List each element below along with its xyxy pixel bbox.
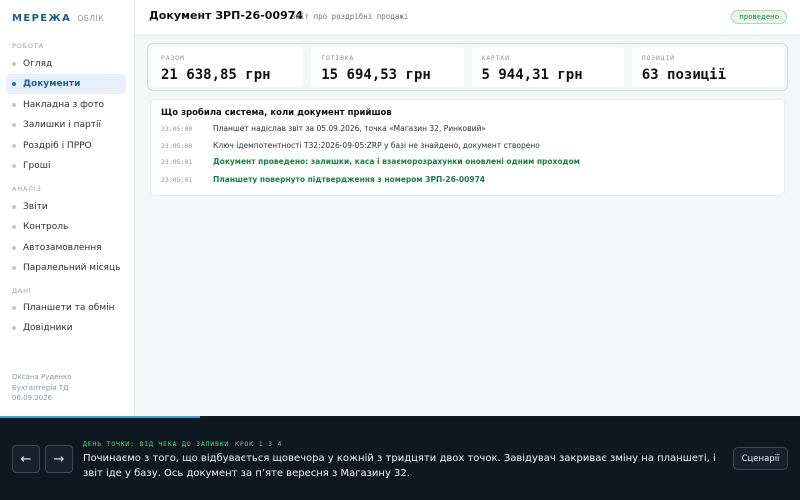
sidebar: МЕРЕЖА ОБЛІК РОБОТА Огляд Документи Накл… (0, 0, 135, 418)
sidebar-item-control[interactable]: Контроль (6, 217, 126, 237)
user-name: Оксана Руденко (12, 373, 72, 381)
stat-label: КАРТКИ (481, 54, 510, 62)
stat-total: РАЗОМ 21 638,85 грн (151, 47, 304, 87)
bullet-icon (12, 103, 16, 107)
user-info: Оксана Руденко Бухгалтерія ТД 06.09.2026 (12, 372, 72, 404)
system-log-panel: Що зробила система, коли документ прийшо… (150, 99, 785, 196)
next-step-button[interactable]: → (45, 445, 73, 473)
section-label-data: ДАНІ (12, 287, 32, 295)
sidebar-item-parallel-month[interactable]: Паралельний місяць (6, 258, 126, 278)
scenarios-button[interactable]: Сценарії (733, 447, 788, 470)
log-time: 23:05:00 (161, 141, 193, 150)
bullet-icon (12, 266, 16, 270)
log-row: 23:05:00 Планшет надіслав звіт за 05.09.… (161, 124, 486, 133)
log-text: Планшет надіслав звіт за 05.09.2026, точ… (213, 124, 486, 133)
log-row: 23:05:00 Ключ ідемпотентності T32:2026-0… (161, 141, 540, 150)
log-text: Документ проведено: залишки, каса і взає… (213, 157, 580, 166)
page-title: Документ ЗРП-26-00974 (149, 9, 304, 22)
log-time: 23:05:01 (161, 157, 193, 166)
sidebar-item-money[interactable]: Гроші (6, 156, 126, 176)
log-time: 23:05:00 (161, 124, 193, 133)
log-text: Планшету повернуто підтвердження з номер… (213, 175, 486, 184)
current-date: 06.09.2026 (12, 394, 53, 402)
brand-name: МЕРЕЖА (12, 13, 72, 24)
log-text: Ключ ідемпотентності T32:2026-09-05:ZRP … (213, 141, 540, 150)
bullet-icon (12, 225, 16, 229)
stat-cash: ГОТІВКА 15 694,53 грн (311, 47, 464, 87)
user-role: Бухгалтерія ТД (12, 383, 69, 392)
prev-step-button[interactable]: ← (12, 445, 40, 473)
bullet-icon (12, 246, 16, 250)
sidebar-item-invoice-photo[interactable]: Накладна з фото (6, 95, 126, 115)
sidebar-item-documents[interactable]: Документи (6, 74, 126, 94)
bullet-icon (12, 326, 16, 330)
sidebar-item-autoorder[interactable]: Автозамовлення (6, 238, 126, 258)
stat-value: 63 позиції (641, 67, 727, 83)
section-label-work: РОБОТА (12, 42, 44, 50)
brand-logo[interactable]: МЕРЕЖА ОБЛІК (12, 13, 104, 24)
scene-heading: ДЕНЬ ТОЧКИ: ВІД ЧЕКА ДО ЗАЛИВКИ КРОК 1 З … (83, 440, 282, 448)
sidebar-item-tablets[interactable]: Планшети та обмін (6, 298, 126, 318)
section-label-analysis: АНАЛІЗ (12, 185, 42, 193)
stat-label: ГОТІВКА (321, 54, 355, 62)
narration-text: Починаємо з того, що відбувається щовечо… (83, 453, 716, 479)
sidebar-item-stock[interactable]: Залишки і партії (6, 115, 126, 135)
bullet-icon (12, 82, 16, 86)
sidebar-item-reports[interactable]: Звіти (6, 197, 126, 217)
stat-positions: ПОЗИЦІЙ 63 позиції (631, 47, 784, 87)
totals-panel: РАЗОМ 21 638,85 грн ГОТІВКА 15 694,53 гр… (147, 43, 788, 91)
stat-value: 15 694,53 грн (321, 67, 431, 83)
stat-label: ПОЗИЦІЙ (641, 54, 675, 62)
brand-subtitle: ОБЛІК (77, 14, 105, 23)
scene-title: ДЕНЬ ТОЧКИ: ВІД ЧЕКА ДО ЗАЛИВКИ (83, 440, 230, 448)
sidebar-item-overview[interactable]: Огляд (6, 54, 126, 74)
log-row: 23:05:01 Документ проведено: залишки, ка… (161, 157, 580, 166)
log-title: Що зробила система, коли документ прийшо… (161, 108, 392, 118)
page-subtitle: звіт про роздрібні продажі (291, 12, 409, 21)
stat-label: РАЗОМ (161, 54, 185, 62)
bullet-icon (12, 123, 16, 127)
sidebar-item-retail[interactable]: Роздріб і ПРРО (6, 136, 126, 156)
stat-value: 5 944,31 грн (481, 67, 583, 83)
bullet-icon (12, 306, 16, 310)
status-badge: проведено (731, 10, 787, 24)
log-time: 23:05:01 (161, 175, 193, 184)
bullet-icon (12, 164, 16, 168)
sidebar-item-directories[interactable]: Довідники (6, 318, 126, 338)
stat-cards: КАРТКИ 5 944,31 грн (471, 47, 624, 87)
step-counter: КРОК 1 З 4 (235, 440, 283, 448)
document-header: Документ ЗРП-26-00974 звіт про роздрібні… (135, 0, 800, 36)
stat-value: 21 638,85 грн (161, 67, 271, 83)
bullet-icon (12, 62, 16, 66)
bullet-icon (12, 144, 16, 148)
log-row: 23:05:01 Планшету повернуто підтвердженн… (161, 175, 485, 184)
bullet-icon (12, 205, 16, 209)
